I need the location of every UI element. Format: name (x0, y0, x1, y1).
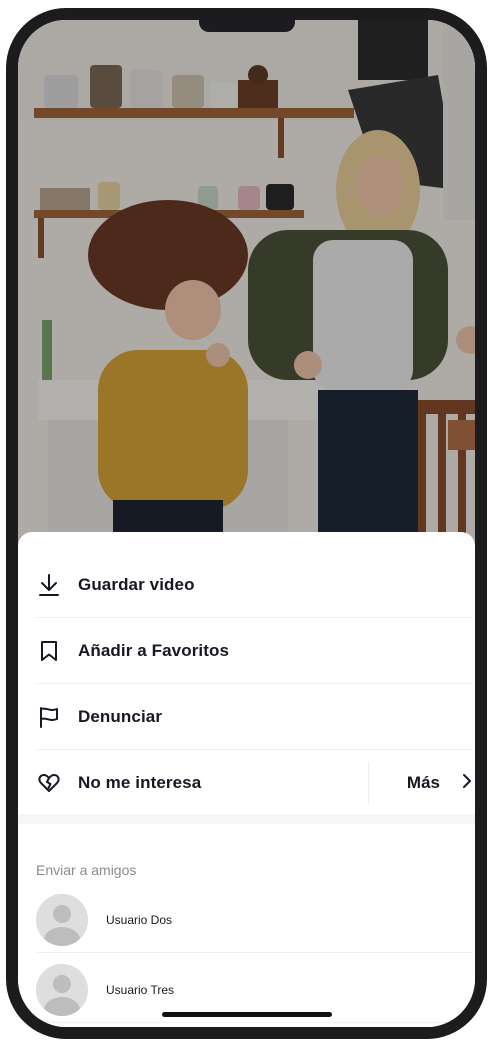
video-dim-overlay (18, 20, 475, 560)
bookmark-icon (36, 638, 62, 664)
send-to-friends-title: Enviar a amigos (36, 862, 137, 878)
not-interested-label: No me interesa (78, 773, 202, 792)
add-favorites-label: Añadir a Favoritos (78, 640, 230, 660)
broken-heart-icon (36, 770, 62, 796)
more-button[interactable]: Más (367, 762, 472, 804)
flag-icon (36, 704, 62, 730)
report-label: Denunciar (78, 706, 163, 726)
download-icon (36, 572, 62, 598)
friend-name: Usuario Dos (106, 912, 173, 927)
more-label: Más (406, 773, 440, 792)
video-player[interactable] (18, 20, 475, 560)
options-sheet: Guardar video Añadir a Favoritos Denunci… (18, 532, 475, 1027)
report-option[interactable]: Denunciar (36, 684, 472, 750)
friend-name: Usuario Tres (106, 982, 175, 997)
default-avatar-icon (36, 893, 88, 946)
add-favorites-option[interactable]: Añadir a Favoritos (36, 618, 472, 684)
home-indicator (161, 1012, 332, 1017)
phone-frame: Guardar video Añadir a Favoritos Denunci… (6, 8, 487, 1039)
avatar (36, 963, 88, 1016)
default-avatar-icon (36, 963, 88, 1016)
chevron-right-icon (462, 773, 472, 794)
phone-screen: Guardar video Añadir a Favoritos Denunci… (18, 20, 475, 1027)
section-divider (18, 814, 475, 824)
save-video-option[interactable]: Guardar video (36, 552, 472, 618)
phone-notch (198, 20, 295, 32)
avatar (36, 893, 88, 946)
friend-item[interactable]: Usuario Dos (36, 887, 472, 953)
save-video-label: Guardar video (78, 574, 195, 594)
not-interested-option[interactable]: No me interesa Más (36, 750, 472, 816)
